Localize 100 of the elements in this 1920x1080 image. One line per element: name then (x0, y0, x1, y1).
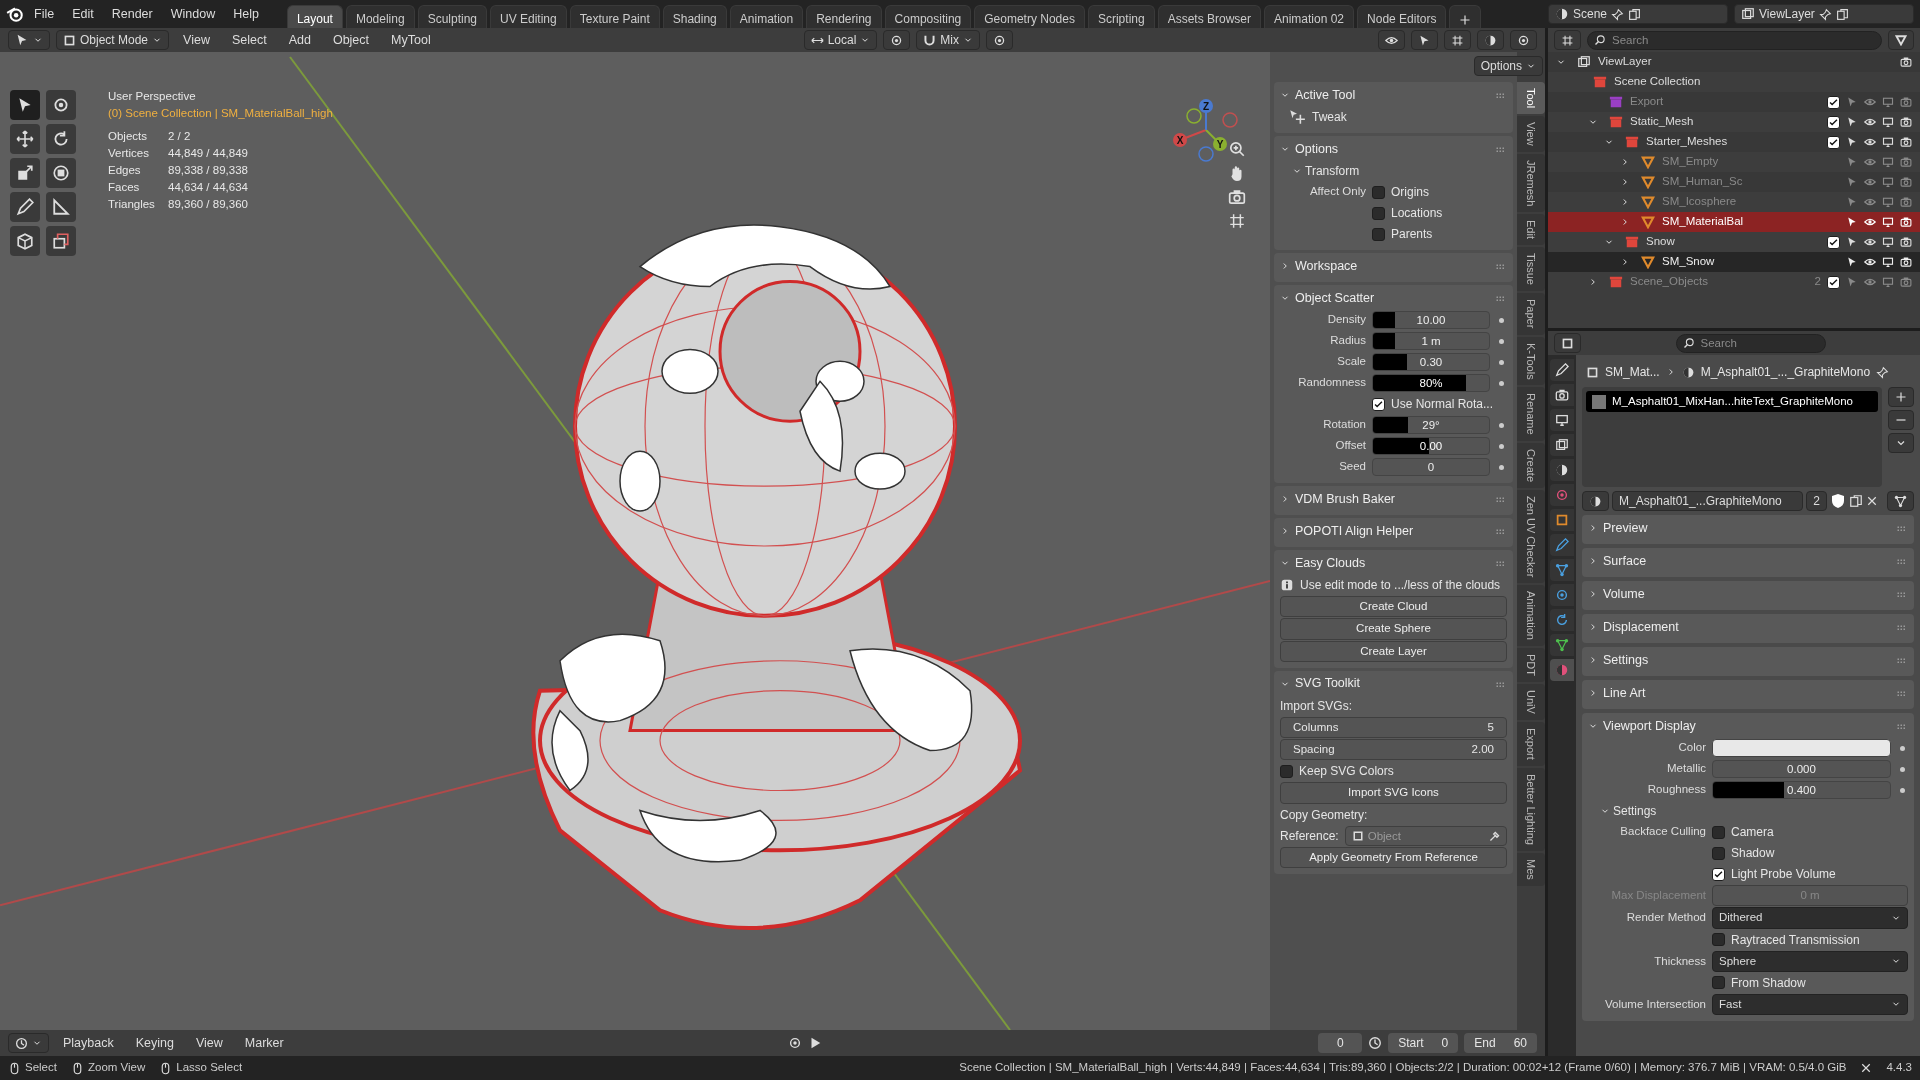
properties-tab[interactable] (1550, 609, 1574, 631)
sidebar-tab[interactable]: Paper (1517, 293, 1545, 335)
outliner-row[interactable]: Snow (1548, 232, 1920, 252)
workspace-tab[interactable]: Sculpting (417, 5, 487, 28)
slot-menu-button[interactable] (1888, 433, 1914, 453)
workspace-tab[interactable]: UV Editing (490, 5, 567, 28)
properties-tab[interactable] (1550, 409, 1574, 431)
checkbox[interactable] (1712, 825, 1725, 839)
tool-button[interactable] (10, 226, 40, 256)
subpanel-header[interactable]: Settings (1600, 802, 1657, 820)
checkbox[interactable] (1712, 933, 1725, 946)
menu-item[interactable]: Marker (236, 1030, 292, 1056)
sidebar-tab[interactable]: Zen UV Checker (1517, 489, 1545, 584)
viewport-display-button[interactable] (1411, 30, 1438, 50)
monitor-icon[interactable] (1882, 216, 1894, 228)
proportional-edit-button[interactable] (986, 30, 1013, 50)
monitor-icon[interactable] (1882, 136, 1894, 148)
viewport-display-button[interactable] (1378, 30, 1405, 50)
monitor-icon[interactable] (1882, 236, 1894, 248)
eye-icon[interactable] (1864, 216, 1876, 228)
workspace-tab[interactable]: Node Editors (1357, 5, 1447, 28)
sidebar-tab[interactable]: K-Tools (1517, 336, 1545, 386)
checkbox[interactable] (1372, 185, 1385, 199)
action-button[interactable]: Create Sphere (1280, 618, 1507, 640)
eye-icon[interactable] (1864, 256, 1876, 268)
properties-tab[interactable] (1550, 634, 1574, 656)
pin-icon[interactable] (1611, 7, 1625, 21)
workspace-tab[interactable]: Shading (662, 5, 727, 28)
user-count[interactable]: 2 (1806, 491, 1827, 511)
slider[interactable]: 0.30 (1372, 353, 1490, 371)
copy-icon[interactable] (1628, 7, 1642, 21)
close-icon[interactable] (1866, 495, 1878, 507)
tool-button[interactable] (10, 90, 40, 120)
slider[interactable]: 0.00 (1372, 437, 1490, 455)
workspace-tab[interactable]: Rendering (806, 5, 882, 28)
start-frame-field[interactable]: Start 0 (1388, 1033, 1459, 1053)
monitor-icon[interactable] (1882, 116, 1894, 128)
camera-icon[interactable] (1900, 136, 1912, 148)
breadcrumb-item[interactable]: SM_Mat... (1605, 363, 1660, 381)
checkbox[interactable] (1827, 235, 1840, 249)
editor-type-button[interactable] (8, 30, 50, 50)
monitor-icon[interactable] (1882, 256, 1894, 268)
viewport-display-button[interactable] (1444, 30, 1471, 50)
shield-icon[interactable] (1830, 493, 1846, 509)
properties-tab[interactable] (1550, 384, 1574, 406)
action-button[interactable]: Create Layer (1280, 640, 1507, 662)
properties-tab[interactable] (1550, 559, 1574, 581)
grid-icon[interactable] (1228, 212, 1246, 230)
camera-icon[interactable] (1900, 56, 1912, 68)
checkbox[interactable] (1712, 846, 1725, 860)
sidebar-tab[interactable]: Mes (1517, 852, 1545, 886)
keyframe-dot-icon[interactable] (1499, 464, 1504, 470)
keyframe-dot-icon[interactable] (1900, 745, 1905, 751)
workspace-tab[interactable]: Geometry Nodes (974, 5, 1085, 28)
eye-icon[interactable] (1864, 116, 1876, 128)
camera-icon[interactable] (1900, 116, 1912, 128)
outliner-row[interactable]: Scene Collection (1548, 72, 1920, 92)
menu-item[interactable]: Add (280, 27, 319, 53)
checkbox[interactable] (1712, 867, 1725, 881)
number-field[interactable]: Spacing 2.00 (1280, 739, 1507, 761)
keyframe-dot-icon[interactable] (1499, 422, 1504, 428)
sidebar-tab[interactable]: Animation (1517, 585, 1545, 647)
tool-button[interactable] (46, 90, 76, 120)
subpanel-header[interactable]: Transform (1292, 162, 1360, 180)
copy-icon[interactable] (1849, 494, 1863, 508)
sidebar-tab[interactable]: Create (1517, 442, 1545, 488)
tool-button[interactable] (46, 192, 76, 222)
slider[interactable]: 29° (1372, 416, 1490, 434)
properties-tab[interactable] (1550, 459, 1574, 481)
keyframe-dot-icon[interactable] (1900, 766, 1905, 772)
sidebar-tab[interactable]: Better Lighting (1517, 767, 1545, 851)
menu-item[interactable]: Select (223, 27, 275, 53)
menu-item[interactable]: View (187, 1030, 231, 1056)
add-slot-button[interactable] (1888, 387, 1914, 407)
sidebar-tab[interactable]: PDT (1517, 648, 1545, 683)
outliner-row[interactable]: Starter_Meshes (1548, 132, 1920, 152)
search-field[interactable]: Search (1587, 30, 1882, 50)
checkbox[interactable] (1827, 115, 1840, 129)
color-swatch[interactable] (1712, 739, 1891, 757)
browse-material-button[interactable] (1582, 491, 1609, 511)
camera-icon[interactable] (1900, 216, 1912, 228)
zoom-icon[interactable] (1228, 140, 1246, 158)
select-arrow-icon[interactable] (1846, 256, 1858, 268)
options-dropdown[interactable]: Options (1473, 56, 1543, 76)
dropdown[interactable]: Fast (1712, 993, 1908, 1015)
eye-icon[interactable] (1864, 236, 1876, 248)
add-workspace-button[interactable] (1449, 5, 1482, 28)
menu-item[interactable]: Object (324, 27, 378, 53)
slider[interactable]: 0.400 (1712, 781, 1891, 799)
slider[interactable]: 0.000 (1712, 760, 1891, 778)
slider[interactable]: 0 (1372, 458, 1490, 476)
properties-tab[interactable] (1550, 359, 1574, 381)
end-frame-field[interactable]: End 60 (1464, 1033, 1537, 1053)
keyframe-dot-icon[interactable] (1499, 317, 1504, 323)
panel-header[interactable]: SVG Toolkit (1280, 672, 1507, 695)
menu-item[interactable]: File (26, 1, 63, 27)
outliner-row[interactable]: ViewLayer (1548, 52, 1920, 72)
camera-icon[interactable] (1900, 256, 1912, 268)
checkbox[interactable] (1372, 227, 1385, 241)
action-button[interactable]: Create Cloud (1280, 596, 1507, 618)
